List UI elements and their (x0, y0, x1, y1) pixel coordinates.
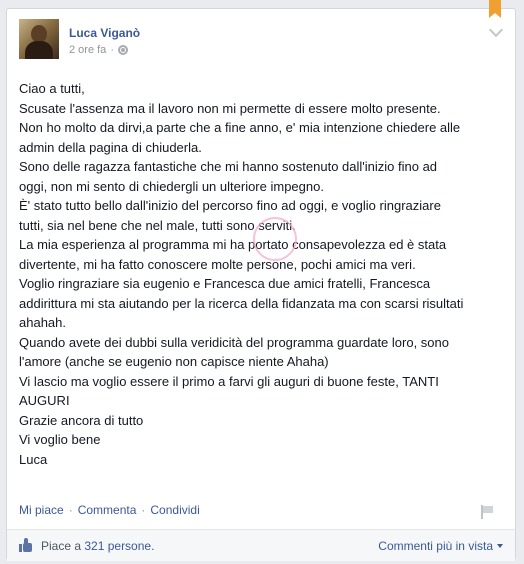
action-bar: Mi piace · Commenta · Condividi (19, 503, 200, 517)
like-button[interactable]: Mi piace (19, 503, 64, 517)
author-name[interactable]: Luca Viganò (69, 26, 140, 40)
thumbs-up-icon (19, 538, 33, 552)
timestamp[interactable]: 2 ore fa (69, 44, 106, 56)
post-footer: Piace a 321 persone. Commenti più in vis… (7, 529, 515, 561)
caret-down-icon (497, 544, 503, 548)
post-meta: 2 ore fa · (69, 44, 128, 56)
comment-button[interactable]: Commenta (78, 503, 137, 517)
action-separator: · (68, 503, 73, 517)
likes-prefix: Piace a (41, 539, 85, 553)
flag-icon[interactable] (481, 505, 493, 519)
likes-count-link[interactable]: 321 persone (84, 539, 151, 553)
bookmark-icon[interactable] (489, 0, 501, 18)
post-header: Luca Viganò 2 ore fa · (19, 19, 503, 63)
watermark-logo (253, 217, 297, 261)
avatar[interactable] (19, 19, 59, 59)
comments-filter-dropdown[interactable]: Commenti più in vista (378, 539, 503, 553)
separator: · (110, 44, 114, 56)
share-button[interactable]: Condividi (150, 503, 199, 517)
likes-suffix: . (151, 539, 155, 553)
comments-filter-label: Commenti più in vista (378, 539, 493, 553)
action-separator: · (141, 503, 146, 517)
likes-summary: Piace a 321 persone. (41, 539, 154, 553)
post-card: Luca Viganò 2 ore fa · Ciao a tutti, Scu… (6, 0, 516, 561)
post-body: Ciao a tutti, Scusate l'assenza ma il la… (19, 81, 464, 467)
globe-icon[interactable] (117, 45, 128, 55)
